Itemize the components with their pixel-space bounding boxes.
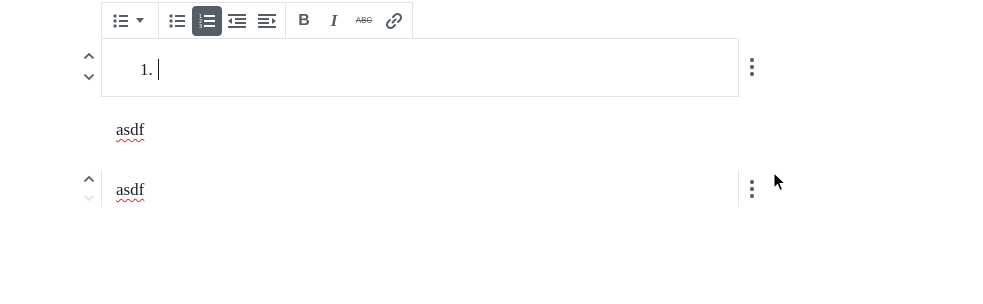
block-switcher-button[interactable] [105,6,155,36]
list-controls-group: 1 2 3 [159,3,286,38]
block-toolbar: 1 2 3 B I ABC [101,2,413,38]
indent-button[interactable] [252,6,282,36]
list-item-marker: 1. [140,59,153,79]
svg-text:3: 3 [199,24,202,29]
list-block[interactable]: 1. [101,38,739,97]
block-more-options-button[interactable] [742,53,762,81]
chevron-down-icon [83,194,95,202]
unordered-list-button[interactable] [162,6,192,36]
format-controls-group: B I ABC [286,3,412,38]
bold-button[interactable]: B [289,6,319,36]
paragraph-text[interactable]: asdf [116,180,144,199]
ordered-list-button[interactable]: 1 2 3 [192,5,222,36]
caret-down-icon [136,17,144,23]
paragraph-text[interactable]: asdf [116,120,144,139]
bold-icon: B [298,11,310,29]
ellipsis-vertical-icon [750,58,754,76]
strikethrough-icon: ABC [355,16,373,25]
indent-icon [258,13,276,28]
strikethrough-button[interactable]: ABC [349,6,379,36]
text-caret [157,59,159,80]
paragraph-block[interactable]: asdf [116,180,144,200]
chevron-up-icon [83,52,95,60]
chevron-up-icon [83,175,95,183]
italic-button[interactable]: I [319,6,349,36]
italic-icon: I [330,10,338,30]
ellipsis-vertical-icon [750,180,754,198]
move-down-button[interactable] [79,191,99,205]
link-icon [385,12,403,29]
mouse-pointer-icon [773,172,786,192]
numbered-list-icon: 1 2 3 [199,14,215,29]
bullet-list-icon [169,13,185,28]
move-down-button[interactable] [79,68,99,86]
outdent-icon [228,13,246,28]
block-more-options-button[interactable] [742,175,762,203]
chevron-down-icon [83,73,95,81]
paragraph-block[interactable]: asdf [116,120,144,140]
outdent-button[interactable] [222,6,252,36]
move-up-button[interactable] [79,47,99,65]
block-switcher-group [102,3,159,38]
list-item[interactable]: 1. [140,59,159,80]
link-button[interactable] [379,6,409,36]
hovered-block-outline [101,170,739,207]
move-up-button[interactable] [79,170,99,188]
list-icon [113,13,144,28]
